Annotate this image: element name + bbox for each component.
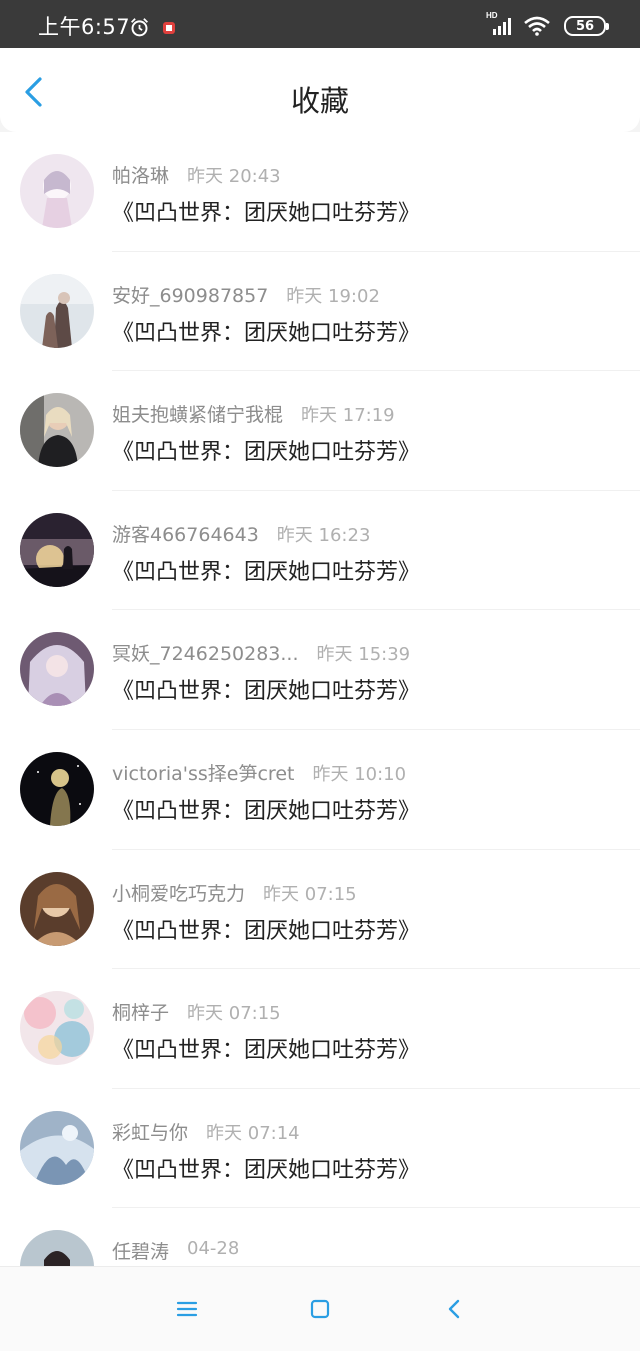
list-item[interactable]: 安好_690987857 昨天 19:02 《凹凸世界：团厌她口吐芬芳》 [0,251,640,372]
favorite-title[interactable]: 《凹凸世界：团厌她口吐芬芳》 [112,195,420,227]
favorite-title[interactable]: 《凹凸世界：团厌她口吐芬芳》 [112,913,420,945]
user-name[interactable]: 姐夫抱蟥紧储宁我棍 [112,400,283,427]
avatar[interactable] [20,1110,94,1185]
list-item[interactable]: 冥妖_7246250283... 昨天 15:39 《凹凸世界：团厌她口吐芬芳》 [0,610,640,730]
home-square-icon[interactable] [308,1297,332,1321]
favorite-title[interactable]: 《凹凸世界：团厌她口吐芬芳》 [112,434,420,466]
avatar[interactable] [20,1230,94,1266]
timestamp: 昨天 10:10 [312,763,407,785]
favorite-title[interactable]: 《凹凸世界：团厌她口吐芬芳》 [112,1032,420,1064]
avatar[interactable] [20,393,94,468]
user-name[interactable]: victoria'ss择e笋cret [112,759,294,786]
user-name[interactable]: 帕洛琳 [112,161,169,188]
alarm-icon [131,18,148,37]
favorite-title[interactable]: 《凹凸世界：团厌她口吐芬芳》 [112,673,420,705]
status-bar: 上午6:57 HD 56 [0,0,640,48]
favorites-list: 帕洛琳 昨天 20:43 《凹凸世界：团厌她口吐芬芳》 安好_690987857 昨… [0,132,640,1266]
favorite-title[interactable]: 《凹凸世界：团厌她口吐芬芳》 [112,315,420,347]
back-triangle-icon[interactable] [442,1297,466,1321]
avatar[interactable] [20,273,94,348]
user-name[interactable]: 任碧涛 [112,1237,169,1264]
list-item[interactable]: 小桐爱吃巧克力 昨天 07:15 《凹凸世界：团厌她口吐芬芳》 [0,849,640,970]
user-name[interactable]: 安好_690987857 [112,281,268,308]
user-name[interactable]: 小桐爱吃巧克力 [112,879,245,906]
user-name[interactable]: 彩虹与你 [112,1118,188,1145]
list-item[interactable]: 彩虹与你 昨天 07:14 《凹凸世界：团厌她口吐芬芳》 [0,1088,640,1209]
list-item[interactable]: victoria'ss择e笋cret 昨天 10:10 《凹凸世界：团厌她口吐芬芳… [0,729,640,850]
list-item[interactable]: 游客466764643 昨天 16:23 《凹凸世界：团厌她口吐芬芳》 [0,490,640,611]
app-notification-icon [163,22,175,34]
status-time: 上午6:57 [38,15,131,39]
system-nav-bar [0,1266,640,1351]
favorite-title[interactable]: 《凹凸世界：团厌她口吐芬芳》 [112,793,420,825]
favorite-title[interactable]: 《凹凸世界：团厌她口吐芬芳》 [112,554,420,586]
battery-icon: 56 [564,16,609,36]
avatar[interactable] [20,154,94,228]
avatar[interactable] [20,871,94,946]
timestamp: 昨天 16:23 [276,524,371,546]
user-name[interactable]: 冥妖_7246250283... [112,639,299,666]
timestamp: 昨天 07:15 [263,883,357,905]
battery-level: 56 [575,18,595,34]
timestamp: 04-28 [187,1238,240,1260]
signal-icon: HD [486,12,515,36]
timestamp: 昨天 15:39 [316,644,411,666]
timestamp: 昨天 17:19 [301,405,395,427]
favorite-title[interactable]: 《凹凸世界：团厌她口吐芬芳》 [112,1152,420,1184]
avatar[interactable] [20,991,94,1066]
list-item[interactable]: 姐夫抱蟥紧储宁我棍 昨天 17:19 《凹凸世界：团厌她口吐芬芳》 [0,371,640,491]
avatar[interactable] [20,632,94,707]
list-item[interactable]: 帕洛琳 昨天 20:43 《凹凸世界：团厌她口吐芬芳》 [0,132,640,252]
avatar[interactable] [20,751,94,826]
timestamp: 昨天 20:43 [187,166,281,187]
menu-icon[interactable] [175,1297,199,1321]
list-item[interactable]: 桐梓子 昨天 07:15 《凹凸世界：团厌她口吐芬芳》 [0,969,640,1089]
page-title: 收藏 [290,84,349,118]
timestamp: 昨天 07:15 [187,1003,281,1025]
timestamp: 昨天 07:14 [206,1122,300,1144]
avatar[interactable] [20,512,94,587]
user-name[interactable]: 桐梓子 [112,998,169,1025]
user-name[interactable]: 游客466764643 [112,520,259,547]
wifi-icon [524,16,550,36]
timestamp: 昨天 19:02 [286,285,380,307]
list-item[interactable]: 任碧涛 04-28 [0,1208,640,1266]
header-bar: 收藏 [0,48,640,132]
